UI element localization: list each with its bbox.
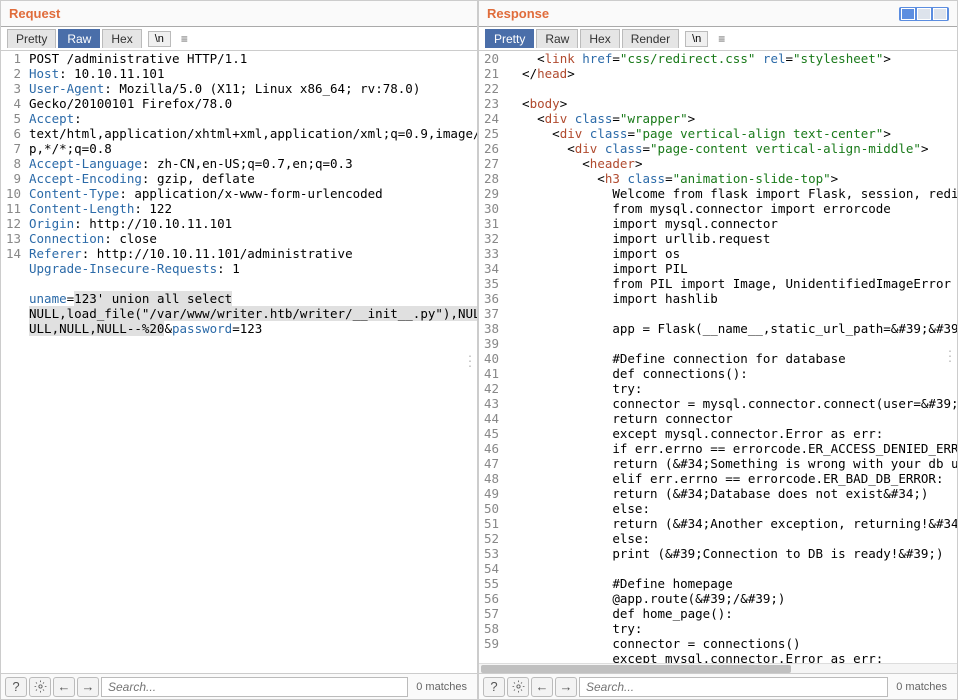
- next-match-button[interactable]: →: [555, 677, 577, 697]
- gear-icon[interactable]: [29, 677, 51, 697]
- response-title: Response: [487, 6, 549, 21]
- request-title: Request: [9, 6, 60, 21]
- response-editor[interactable]: 2021222324252627282930313233343536373839…: [479, 51, 957, 663]
- layout-split-icon[interactable]: [901, 8, 915, 20]
- response-footer: ? ← → 0 matches: [479, 673, 957, 699]
- prev-match-button[interactable]: ←: [531, 677, 553, 697]
- layout-stack-icon[interactable]: [917, 8, 931, 20]
- request-editor[interactable]: 1234567891011121314 POST /administrative…: [1, 51, 477, 673]
- response-search-input[interactable]: [579, 677, 888, 697]
- help-button[interactable]: ?: [483, 677, 505, 697]
- layout-single-icon[interactable]: [933, 8, 947, 20]
- drag-handle-icon[interactable]: ⋮: [943, 350, 955, 365]
- hamburger-icon[interactable]: ≡: [714, 30, 729, 48]
- tab-raw[interactable]: Raw: [536, 29, 578, 48]
- response-match-count: 0 matches: [890, 681, 953, 693]
- response-scrollbar-x[interactable]: [479, 663, 957, 673]
- response-tabs: Pretty Raw Hex Render \n ≡: [479, 27, 957, 51]
- request-header: Request: [1, 1, 477, 27]
- request-match-count: 0 matches: [410, 681, 473, 693]
- response-gutter: 2021222324252627282930313233343536373839…: [479, 51, 503, 663]
- response-pane: Response Pretty Raw Hex Render \n ≡ 2021…: [478, 0, 958, 700]
- tab-pretty[interactable]: Pretty: [485, 29, 534, 48]
- response-code[interactable]: <link href="css/redirect.css" rel="style…: [503, 51, 957, 663]
- linewrap-toggle[interactable]: \n: [685, 31, 708, 47]
- request-footer: ? ← → 0 matches: [1, 673, 477, 699]
- response-header: Response: [479, 1, 957, 27]
- drag-handle-icon[interactable]: ⋮: [463, 355, 475, 370]
- request-pane: Request Pretty Raw Hex \n ≡ 123456789101…: [0, 0, 478, 700]
- tab-pretty[interactable]: Pretty: [7, 29, 56, 48]
- help-button[interactable]: ?: [5, 677, 27, 697]
- prev-match-button[interactable]: ←: [53, 677, 75, 697]
- scrollbar-thumb[interactable]: [481, 665, 791, 673]
- request-gutter: 1234567891011121314: [1, 51, 25, 673]
- linewrap-toggle[interactable]: \n: [148, 31, 171, 47]
- tab-hex[interactable]: Hex: [580, 29, 619, 48]
- layout-toggle-group: [899, 7, 949, 21]
- split-container: Request Pretty Raw Hex \n ≡ 123456789101…: [0, 0, 958, 700]
- tab-render[interactable]: Render: [622, 29, 679, 48]
- request-search-input[interactable]: [101, 677, 408, 697]
- request-tabs: Pretty Raw Hex \n ≡: [1, 27, 477, 51]
- request-code[interactable]: POST /administrative HTTP/1.1Host: 10.10…: [25, 51, 477, 673]
- gear-icon[interactable]: [507, 677, 529, 697]
- tab-raw[interactable]: Raw: [58, 29, 100, 48]
- hamburger-icon[interactable]: ≡: [177, 30, 192, 48]
- next-match-button[interactable]: →: [77, 677, 99, 697]
- tab-hex[interactable]: Hex: [102, 29, 141, 48]
